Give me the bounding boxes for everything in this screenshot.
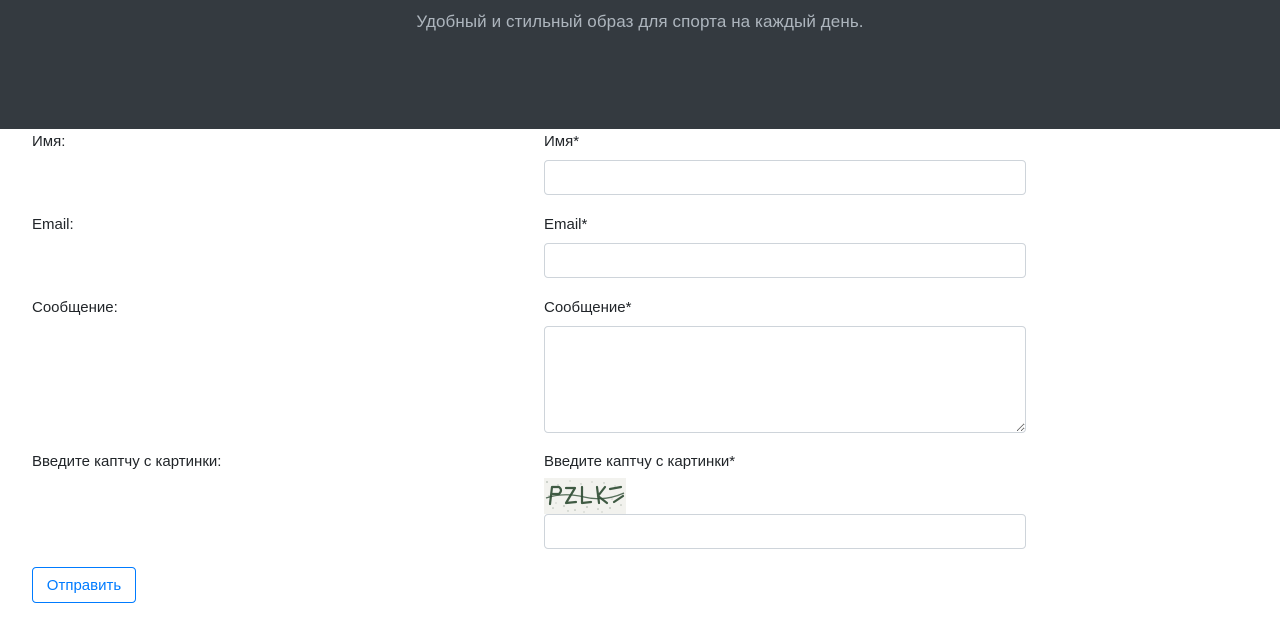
captcha-image	[544, 478, 626, 514]
message-row-label: Сообщение:	[32, 299, 118, 316]
hero-tagline: Удобный и стильный образ для спорта на к…	[416, 12, 864, 31]
name-input[interactable]	[544, 160, 1026, 195]
captcha-row-label: Введите каптчу с картинки:	[32, 453, 222, 470]
name-row-label: Имя:	[32, 133, 66, 150]
hero-banner: Удобный и стильный образ для спорта на к…	[0, 0, 1280, 129]
captcha-field-label: Введите каптчу с картинки*	[544, 453, 736, 470]
email-input[interactable]	[544, 243, 1026, 278]
email-row-label: Email:	[32, 216, 74, 233]
submit-button[interactable]: Отправить	[32, 567, 136, 603]
message-field-label: Сообщение*	[544, 299, 632, 316]
email-field-label: Email*	[544, 216, 588, 233]
captcha-input[interactable]	[544, 514, 1026, 549]
message-textarea[interactable]	[544, 326, 1026, 433]
name-field-label: Имя*	[544, 133, 580, 150]
